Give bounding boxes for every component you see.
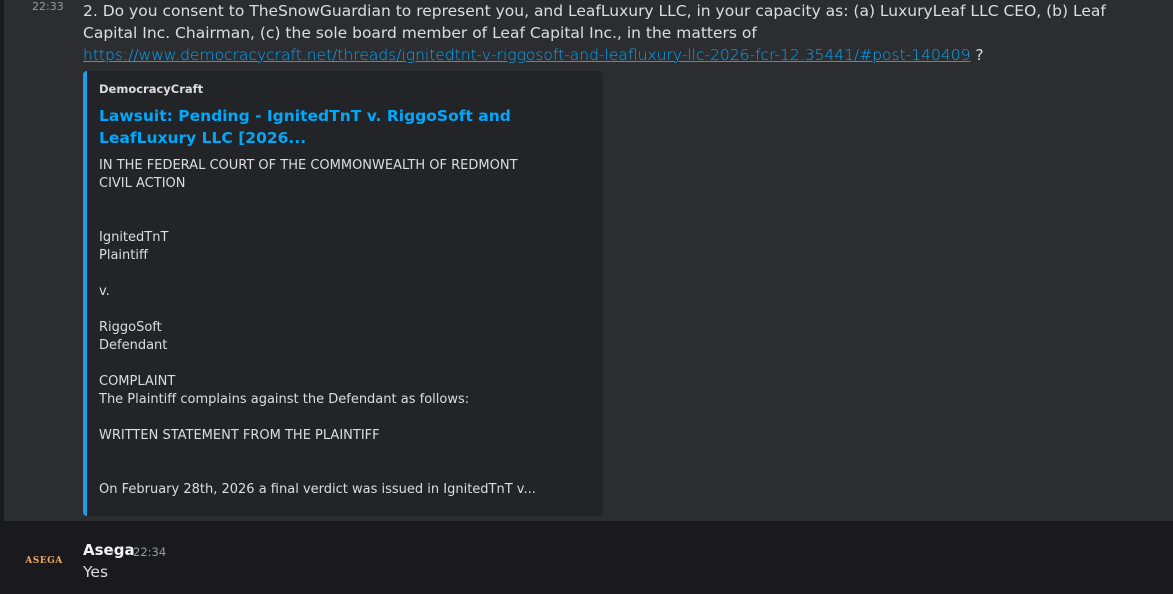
thread-link[interactable]: https://www.democracycraft.net/threads/i… bbox=[83, 46, 970, 64]
message-content: Yes bbox=[83, 563, 109, 581]
embed-description: IN THE FEDERAL COURT OF THE COMMONWEALTH… bbox=[99, 158, 536, 497]
message-content: 2. Do you consent to TheSnowGuardian to … bbox=[83, 0, 1153, 66]
message-timestamp[interactable]: 22:33 bbox=[32, 0, 64, 13]
message-asega: ASEGA Asega 22:34 Yes bbox=[0, 521, 1173, 594]
embed-provider[interactable]: DemocracyCraft bbox=[99, 82, 203, 96]
embed-title-link[interactable]: Lawsuit: Pending - IgnitedTnT v. RiggoSo… bbox=[99, 105, 559, 149]
avatar[interactable]: ASEGA bbox=[24, 553, 64, 569]
link-embed: DemocracyCraft Lawsuit: Pending - Ignite… bbox=[83, 71, 603, 516]
author-name[interactable]: Asega bbox=[83, 541, 135, 559]
message-timestamp[interactable]: 22:34 bbox=[133, 545, 166, 559]
message-text-end: ? bbox=[970, 46, 984, 64]
message-text: 2. Do you consent to TheSnowGuardian to … bbox=[83, 2, 1106, 42]
